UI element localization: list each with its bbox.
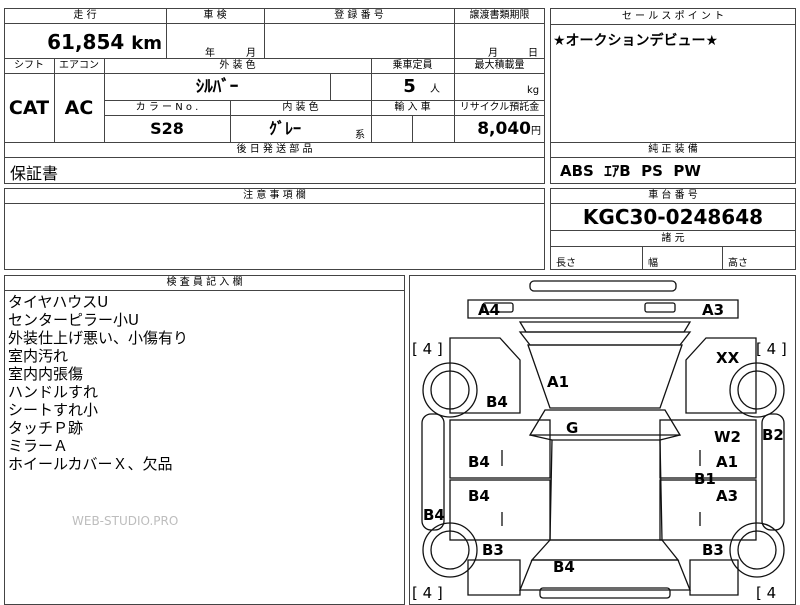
damage-label-b1: B1 xyxy=(694,470,716,488)
later-parts-value: 保証書 xyxy=(10,164,59,183)
note-line: シートすれ小 xyxy=(8,401,99,419)
header-inspection: 車 検 xyxy=(203,10,227,21)
capacity-value: 5 人 xyxy=(371,74,454,100)
header-registration: 登 録 番 号 xyxy=(334,10,384,21)
width-label: 幅 xyxy=(648,258,658,269)
note-line: ハンドルすれ xyxy=(8,383,99,401)
header-recycle: リサイクル預託金 xyxy=(459,102,540,113)
damage-label-b4-door-rear: B4 xyxy=(468,487,490,505)
header-exterior-color: 外 装 色 xyxy=(219,60,256,71)
divider xyxy=(4,203,545,204)
exterior-color-value: ｼﾙﾊﾞｰ xyxy=(195,77,239,97)
chassis-value: KGC30-0248648 xyxy=(582,205,764,229)
car-damage-diagram: A4 A3 XX A1 B4 G W2 B2 B4 A1 B1 B4 A3 B4… xyxy=(412,280,787,600)
header-max-load: 最大積載量 xyxy=(474,60,525,71)
header-aircon: エアコン xyxy=(59,60,99,71)
divider xyxy=(722,246,723,270)
genuine-equipment-value: ABS ｴｱB PS PW xyxy=(560,162,701,180)
divider xyxy=(550,246,796,247)
shift-value: CAT xyxy=(8,97,50,119)
sales-point-box xyxy=(550,8,796,143)
interior-color-suffix: 系 xyxy=(355,130,365,141)
note-line: タイヤハウスU xyxy=(8,293,109,311)
damage-label-b4-side: B4 xyxy=(423,506,445,524)
tire-mark-rear-right: [ 4 xyxy=(756,584,776,600)
sales-point-value: ★オークションデビュー★ xyxy=(553,33,719,49)
recycle-unit: 円 xyxy=(531,126,541,137)
header-specs: 諸 元 xyxy=(661,233,685,244)
header-transfer-doc: 譲渡書類期限 xyxy=(469,10,530,21)
divider xyxy=(412,115,413,142)
tire-mark-front-right: [ 4 ] xyxy=(756,340,787,358)
inspector-notes-list: タイヤハウスU センターピラー小U 外装仕上げ悪い、小傷有り 室内汚れ 室内内張… xyxy=(8,293,188,473)
divider xyxy=(454,8,455,58)
mileage-unit: km xyxy=(131,33,162,54)
damage-label-g-windshield: G xyxy=(566,419,578,437)
note-line: 外装仕上げ悪い、小傷有り xyxy=(8,329,189,347)
note-line: ホイールカバーＸ、欠品 xyxy=(8,455,173,473)
capacity-unit: 人 xyxy=(430,84,440,95)
damage-label-a3-top: A3 xyxy=(702,301,724,319)
header-later-parts: 後 日 発 送 部 品 xyxy=(236,144,313,155)
header-caution-notes: 注 意 事 項 欄 xyxy=(243,190,306,201)
divider xyxy=(330,73,331,100)
note-line: 室内汚れ xyxy=(8,347,69,365)
height-label: 高さ xyxy=(728,258,748,269)
note-line: センターピラー小U xyxy=(8,311,139,329)
header-sales-point: セ ー ル ス ポ イ ン ト xyxy=(621,11,725,22)
header-color-no: カ ラ ー N o . xyxy=(135,102,199,113)
mileage-number: 61,854 xyxy=(47,30,125,54)
header-mileage: 走 行 xyxy=(73,10,97,21)
max-load-unit: kg xyxy=(527,85,540,96)
damage-label-b3-left: B3 xyxy=(482,541,504,559)
divider xyxy=(264,8,265,58)
divider xyxy=(166,8,167,58)
recycle-value: 8,040円 xyxy=(454,116,545,142)
damage-label-a4: A4 xyxy=(478,301,500,319)
color-no-value: S28 xyxy=(150,119,184,138)
inspection-year-unit: 年 xyxy=(205,48,215,59)
damage-label-xx: XX xyxy=(716,349,740,367)
header-chassis: 車 台 番 号 xyxy=(648,190,698,201)
capacity-number: 5 xyxy=(403,76,416,97)
damage-label-b4-rear: B4 xyxy=(553,558,575,576)
divider xyxy=(550,24,796,25)
length-label: 長さ xyxy=(556,258,576,269)
header-inspector: 検 査 員 記 入 欄 xyxy=(166,277,243,288)
damage-label-b2: B2 xyxy=(762,426,784,444)
transfer-day-unit: 日 xyxy=(528,48,538,59)
header-capacity: 乗車定員 xyxy=(392,60,433,71)
watermark: WEB-STUDIO.PRO xyxy=(72,514,179,528)
damage-label-w2: W2 xyxy=(714,428,741,446)
note-line: ミラーＡ xyxy=(8,437,69,455)
header-interior-color: 内 装 色 xyxy=(282,102,319,113)
damage-label-b4-front-left: B4 xyxy=(486,393,508,411)
divider xyxy=(550,157,796,158)
recycle-number: 8,040 xyxy=(477,119,531,139)
divider xyxy=(4,157,545,158)
damage-label-b4-door-front: B4 xyxy=(468,453,490,471)
damage-label-b3-right: B3 xyxy=(702,541,724,559)
inspection-month-unit: 月 xyxy=(246,48,256,59)
damage-label-a1-hood: A1 xyxy=(547,373,569,391)
note-line: タッチＰ跡 xyxy=(8,419,84,437)
damage-label-a1-door: A1 xyxy=(716,453,738,471)
damage-label-a3-door: A3 xyxy=(716,487,738,505)
tire-mark-front-left: [ 4 ] xyxy=(412,340,443,358)
header-import: 輸 入 車 xyxy=(394,102,431,113)
tire-mark-rear-left: [ 4 ] xyxy=(412,584,443,600)
header-shift: シフト xyxy=(14,60,44,71)
header-genuine-equipment: 純 正 装 備 xyxy=(648,144,698,155)
aircon-value: AC xyxy=(64,97,94,119)
divider xyxy=(642,246,643,270)
note-line: 室内内張傷 xyxy=(8,365,84,383)
divider xyxy=(4,290,405,291)
transfer-month-unit: 月 xyxy=(488,48,498,59)
interior-color-value: ｸﾞﾚｰ xyxy=(268,119,301,138)
mileage-value: 61,854 km xyxy=(4,26,162,58)
